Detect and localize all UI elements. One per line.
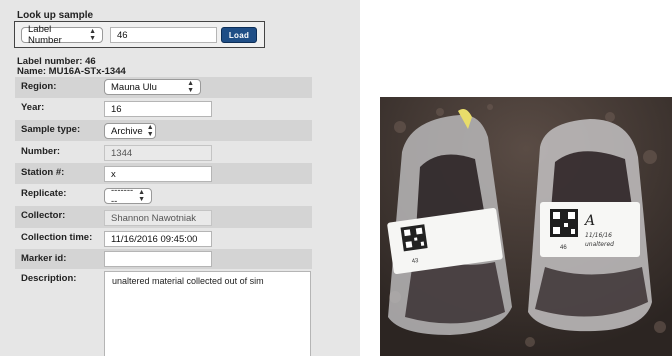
right-label-note1: 11/16/16: [585, 232, 612, 239]
replicate-select[interactable]: --------- ▲ ▼: [104, 185, 152, 207]
load-button-label: Load: [228, 30, 250, 40]
year-input[interactable]: 16: [104, 101, 212, 117]
select-arrows-icon: ▲ ▼: [89, 28, 96, 42]
description-textarea[interactable]: unaltered material collected out of sim: [104, 271, 311, 356]
collection-time-input[interactable]: 11/16/2016 09:45:00: [104, 231, 212, 247]
sample-bags-photo: 43 46 A 11/16/16 unaltered: [380, 97, 672, 356]
sample-type-label: Sample type:: [21, 124, 81, 135]
marker-id-label: Marker id:: [21, 253, 67, 264]
collector-label: Collector:: [21, 210, 66, 221]
region-select[interactable]: Mauna Ulu ▲ ▼: [104, 79, 201, 95]
sample-type-select-value: Archive: [111, 125, 143, 137]
right-label-number: 46: [560, 245, 567, 251]
collector-input: Shannon Nawotniak: [104, 210, 212, 226]
sample-type-select[interactable]: Archive ▲ ▼: [104, 123, 156, 139]
number-label: Number:: [21, 146, 61, 157]
right-sample-bag: 46 A 11/16/16 unaltered: [528, 119, 652, 332]
right-label-note2: unaltered: [585, 241, 614, 248]
year-label: Year:: [21, 102, 45, 113]
right-label-letter: A: [583, 213, 595, 229]
region-label: Region:: [21, 81, 57, 92]
lookup-value-input[interactable]: 46: [110, 27, 217, 43]
station-input[interactable]: x: [104, 166, 212, 182]
sample-form-panel: Look up sample Label Number ▲ ▼ 46 Load L…: [0, 0, 360, 356]
replicate-select-value: ---------: [111, 185, 134, 207]
select-arrows-icon: ▲ ▼: [138, 189, 145, 203]
number-input: 1344: [104, 145, 212, 161]
select-arrows-icon: ▲ ▼: [146, 124, 154, 138]
station-label: Station #:: [21, 167, 65, 178]
select-arrows-icon: ▲ ▼: [187, 80, 194, 94]
description-label: Description:: [21, 273, 77, 284]
lookup-type-select-value: Label Number: [28, 24, 62, 46]
lookup-title: Look up sample: [17, 10, 94, 21]
sample-bags-illustration: 43 46 A 11/16/16 unaltered: [380, 97, 672, 356]
sample-name-line: Name: MU16A-STx-1344: [17, 66, 126, 77]
region-select-value: Mauna Ulu: [111, 81, 157, 93]
marker-id-input[interactable]: [104, 251, 212, 267]
lookup-type-select[interactable]: Label Number ▲ ▼: [21, 24, 103, 46]
replicate-label: Replicate:: [21, 188, 67, 199]
collection-time-label: Collection time:: [21, 232, 93, 243]
load-button[interactable]: Load: [221, 27, 257, 43]
